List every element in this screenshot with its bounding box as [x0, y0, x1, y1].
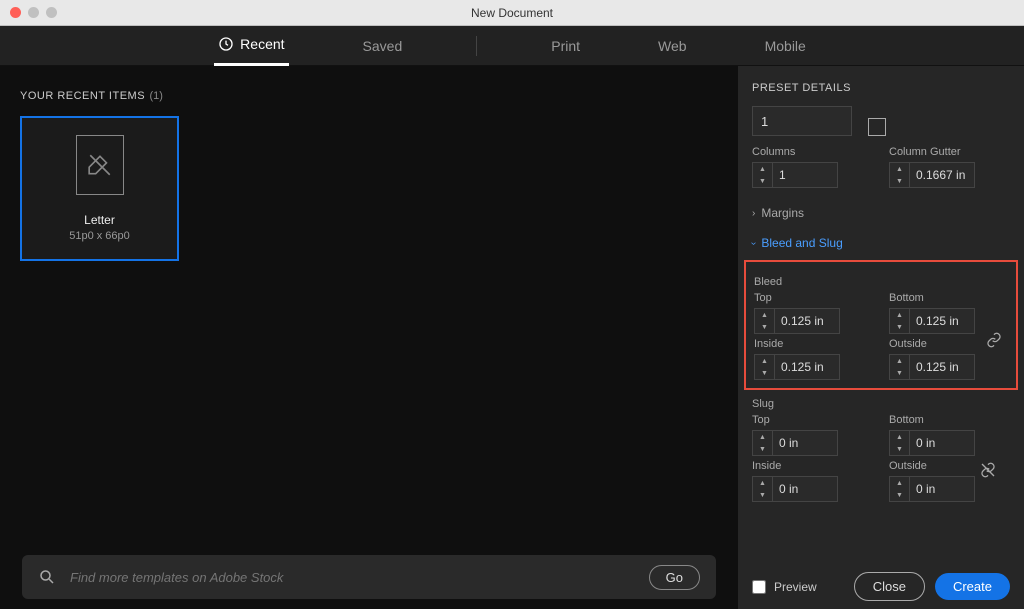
create-button[interactable]: Create	[935, 573, 1010, 600]
bleed-section-highlight: Bleed Top ▲▼ Bottom ▲▼	[744, 260, 1018, 390]
bleed-slug-label: Bleed and Slug	[761, 236, 842, 250]
slug-inside-stepper[interactable]: ▲▼	[752, 476, 873, 502]
bleed-top-down[interactable]: ▼	[755, 321, 774, 333]
window-title: New Document	[471, 6, 553, 20]
slug-inside-up[interactable]: ▲	[753, 477, 772, 489]
bleed-label: Bleed	[754, 276, 1008, 288]
recent-items-count: (1)	[149, 90, 162, 102]
preset-dimensions: 51p0 x 66p0	[69, 230, 130, 242]
bleed-top-up[interactable]: ▲	[755, 309, 774, 321]
preview-checkbox-wrap[interactable]: Preview	[752, 580, 844, 594]
close-button[interactable]: Close	[854, 572, 925, 601]
preset-name-input[interactable]	[752, 106, 852, 136]
tab-web[interactable]: Web	[654, 26, 691, 66]
bleed-outside-stepper[interactable]: ▲▼	[889, 354, 1008, 380]
bleed-inside-up[interactable]: ▲	[755, 355, 774, 367]
template-search-input[interactable]	[70, 570, 635, 585]
slug-bottom-label: Bottom	[889, 414, 1010, 426]
preview-checkbox[interactable]	[752, 580, 766, 594]
tab-print[interactable]: Print	[547, 26, 584, 66]
bleed-bottom-stepper[interactable]: ▲▼	[889, 308, 1008, 334]
bleed-inside-down[interactable]: ▼	[755, 367, 774, 379]
tab-mobile-label: Mobile	[765, 38, 806, 54]
bleed-link-icon[interactable]	[986, 332, 1002, 353]
recent-items-panel: YOUR RECENT ITEMS (1) Letter 51p0 x 66p0…	[0, 66, 738, 609]
margins-accordion[interactable]: › Margins	[752, 198, 1010, 228]
slug-top-input[interactable]	[772, 430, 838, 456]
clock-icon	[218, 36, 234, 52]
gutter-label: Column Gutter	[889, 146, 1010, 158]
bleed-bottom-down[interactable]: ▼	[890, 321, 909, 333]
tab-divider	[476, 36, 477, 56]
search-icon	[38, 568, 56, 586]
columns-up[interactable]: ▲	[753, 163, 772, 175]
tab-saved-label: Saved	[363, 38, 403, 54]
tab-recent-label: Recent	[240, 36, 284, 52]
bleed-inside-label: Inside	[754, 338, 873, 350]
slug-label: Slug	[752, 398, 1010, 410]
bleed-top-input[interactable]	[774, 308, 840, 334]
window-maximize-button[interactable]	[46, 7, 57, 18]
slug-top-up[interactable]: ▲	[753, 431, 772, 443]
slug-outside-input[interactable]	[909, 476, 975, 502]
bleed-slug-accordion[interactable]: › Bleed and Slug	[752, 228, 1010, 258]
slug-bottom-up[interactable]: ▲	[890, 431, 909, 443]
tab-web-label: Web	[658, 38, 687, 54]
bleed-inside-input[interactable]	[774, 354, 840, 380]
bleed-outside-up[interactable]: ▲	[890, 355, 909, 367]
preset-name: Letter	[84, 213, 115, 227]
orientation-icon[interactable]	[868, 118, 886, 136]
slug-outside-down[interactable]: ▼	[890, 489, 909, 501]
preset-details-header: PRESET DETAILS	[752, 82, 1010, 94]
gutter-stepper[interactable]: ▲▼	[889, 162, 1010, 188]
slug-inside-label: Inside	[752, 460, 873, 472]
chevron-right-icon: ›	[752, 208, 755, 219]
window-titlebar: New Document	[0, 0, 1024, 26]
preview-label: Preview	[774, 580, 817, 594]
dialog-footer: Preview Close Create	[752, 572, 1010, 601]
tab-print-label: Print	[551, 38, 580, 54]
slug-bottom-input[interactable]	[909, 430, 975, 456]
slug-bottom-down[interactable]: ▼	[890, 443, 909, 455]
slug-unlink-icon[interactable]	[980, 462, 996, 483]
margins-label: Margins	[761, 206, 804, 220]
bleed-bottom-input[interactable]	[909, 308, 975, 334]
slug-inside-down[interactable]: ▼	[753, 489, 772, 501]
gutter-down[interactable]: ▼	[890, 175, 909, 187]
columns-input[interactable]	[772, 162, 838, 188]
tab-mobile[interactable]: Mobile	[761, 26, 810, 66]
slug-top-stepper[interactable]: ▲▼	[752, 430, 873, 456]
tab-recent[interactable]: Recent	[214, 26, 288, 66]
slug-inside-input[interactable]	[772, 476, 838, 502]
tab-saved[interactable]: Saved	[359, 26, 407, 66]
chevron-down-icon: ›	[748, 241, 759, 244]
window-minimize-button[interactable]	[28, 7, 39, 18]
search-go-button[interactable]: Go	[649, 565, 700, 590]
columns-down[interactable]: ▼	[753, 175, 772, 187]
bleed-bottom-up[interactable]: ▲	[890, 309, 909, 321]
columns-label: Columns	[752, 146, 873, 158]
bleed-outside-down[interactable]: ▼	[890, 367, 909, 379]
category-tabs: Recent Saved Print Web Mobile	[0, 26, 1024, 66]
recent-items-header: YOUR RECENT ITEMS	[20, 90, 145, 102]
preset-card-letter[interactable]: Letter 51p0 x 66p0	[20, 116, 179, 261]
slug-top-label: Top	[752, 414, 873, 426]
bleed-top-label: Top	[754, 292, 873, 304]
bleed-top-stepper[interactable]: ▲▼	[754, 308, 873, 334]
slug-bottom-stepper[interactable]: ▲▼	[889, 430, 1010, 456]
window-close-button[interactable]	[10, 7, 21, 18]
gutter-up[interactable]: ▲	[890, 163, 909, 175]
gutter-input[interactable]	[909, 162, 975, 188]
traffic-lights	[0, 7, 57, 18]
preset-details-panel: PRESET DETAILS Columns ▲▼ Column Gutter …	[738, 66, 1024, 609]
document-icon	[76, 135, 124, 195]
bleed-outside-input[interactable]	[909, 354, 975, 380]
slug-outside-up[interactable]: ▲	[890, 477, 909, 489]
slug-top-down[interactable]: ▼	[753, 443, 772, 455]
columns-stepper[interactable]: ▲▼	[752, 162, 873, 188]
bleed-inside-stepper[interactable]: ▲▼	[754, 354, 873, 380]
template-search-bar: Go	[22, 555, 716, 599]
bleed-bottom-label: Bottom	[889, 292, 1008, 304]
